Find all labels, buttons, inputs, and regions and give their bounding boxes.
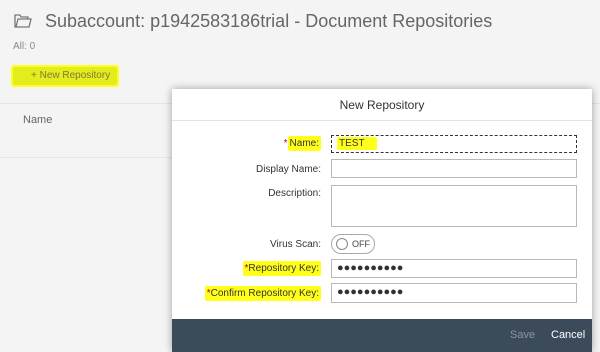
confirm-repository-key-label: *Confirm Repository Key:: [204, 286, 321, 301]
list-divider: [0, 157, 172, 158]
toggle-knob: [336, 238, 348, 250]
virus-scan-label: Virus Scan:: [270, 239, 321, 250]
description-textarea[interactable]: [331, 185, 577, 227]
description-label: Description:: [268, 188, 321, 199]
dialog-footer: Save Cancel: [172, 319, 592, 352]
cancel-button[interactable]: Cancel: [551, 329, 585, 341]
column-header-name: Name: [23, 114, 53, 126]
repository-key-label: *Repository Key:: [242, 261, 321, 276]
repository-key-input[interactable]: ●●●●●●●●●●: [331, 259, 577, 278]
name-input[interactable]: TEST: [331, 135, 577, 153]
new-repository-label: + New Repository: [31, 70, 111, 81]
virus-scan-toggle[interactable]: OFF: [331, 234, 375, 254]
name-label: * Name:: [283, 136, 321, 151]
display-name-label: Display Name:: [255, 164, 321, 175]
new-repository-dialog: New Repository * Name: TEST Display Name:…: [172, 89, 592, 352]
save-button[interactable]: Save: [510, 329, 535, 341]
display-name-input[interactable]: [331, 159, 577, 178]
folder-icon: [14, 14, 32, 28]
toggle-state: OFF: [352, 239, 370, 249]
page-title: Subaccount: p1942583186trial - Document …: [45, 11, 493, 31]
new-repository-button[interactable]: + New Repository: [11, 65, 119, 87]
item-count: All: 0: [13, 41, 36, 52]
confirm-repository-key-input[interactable]: ●●●●●●●●●●: [331, 283, 577, 303]
dialog-title: New Repository: [172, 89, 592, 121]
